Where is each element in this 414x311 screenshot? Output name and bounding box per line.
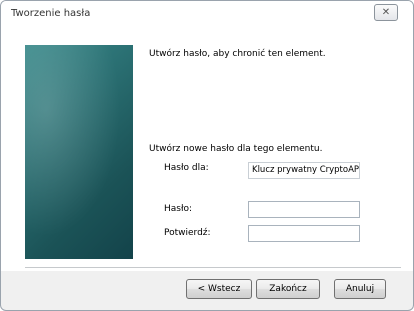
cancel-button[interactable]: Anuluj: [334, 279, 386, 299]
intro-text: Utwórz hasło, aby chronić ten element.: [149, 49, 326, 59]
password-label: Hasło:: [164, 204, 193, 214]
password-for-field: Klucz prywatny CryptoAPI: [248, 162, 360, 179]
confirm-password-input[interactable]: [248, 225, 360, 242]
side-banner-image: [25, 45, 133, 259]
confirm-label: Potwierdź:: [164, 228, 211, 238]
finish-button[interactable]: Zakończ: [256, 279, 320, 299]
password-for-label: Hasło dla:: [164, 163, 209, 173]
window-title: Tworzenie hasła: [11, 8, 91, 19]
password-dialog: Tworzenie hasła ✕ Utwórz hasło, aby chro…: [0, 0, 414, 311]
banner-highlight: [25, 45, 133, 259]
title-bar: Tworzenie hasła ✕: [1, 1, 413, 27]
dialog-content: Utwórz hasło, aby chronić ten element. U…: [1, 27, 413, 271]
close-button[interactable]: ✕: [374, 4, 398, 21]
back-button[interactable]: < Wstecz: [186, 279, 252, 299]
password-input[interactable]: [248, 201, 360, 218]
section-heading: Utwórz nowe hasło dla tego elementu.: [149, 144, 323, 154]
close-icon: ✕: [381, 7, 391, 18]
footer-divider: [25, 267, 401, 269]
